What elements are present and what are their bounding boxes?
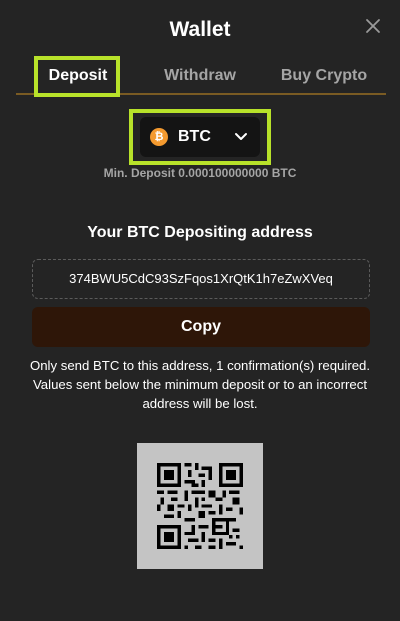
- copy-button[interactable]: Copy: [32, 307, 370, 347]
- tab-withdraw[interactable]: Withdraw: [148, 58, 252, 94]
- deposit-warning: Only send BTC to this address, 1 confirm…: [29, 358, 371, 411]
- tab-deposit[interactable]: Deposit: [36, 58, 120, 94]
- qr-code: [137, 443, 263, 569]
- close-icon[interactable]: [364, 17, 382, 35]
- tab-divider: [16, 93, 386, 95]
- min-deposit-text: Min. Deposit 0.000100000000 BTC: [103, 166, 297, 180]
- currency-select[interactable]: ₿ BTC: [140, 117, 260, 157]
- wallet-tabs: Deposit Withdraw Buy Crypto: [16, 58, 386, 94]
- qr-code-image: [157, 463, 243, 549]
- address-heading: Your BTC Depositing address: [87, 224, 313, 241]
- chevron-down-icon: [235, 133, 247, 140]
- tab-buy-crypto[interactable]: Buy Crypto: [272, 58, 376, 94]
- bitcoin-icon: ₿: [150, 128, 168, 146]
- page-title: Wallet: [169, 18, 231, 41]
- deposit-address-field[interactable]: 374BWU5CdC93SzFqos1XrQtK1h7eZwXVeq: [32, 259, 370, 299]
- currency-select-value: BTC: [178, 128, 211, 145]
